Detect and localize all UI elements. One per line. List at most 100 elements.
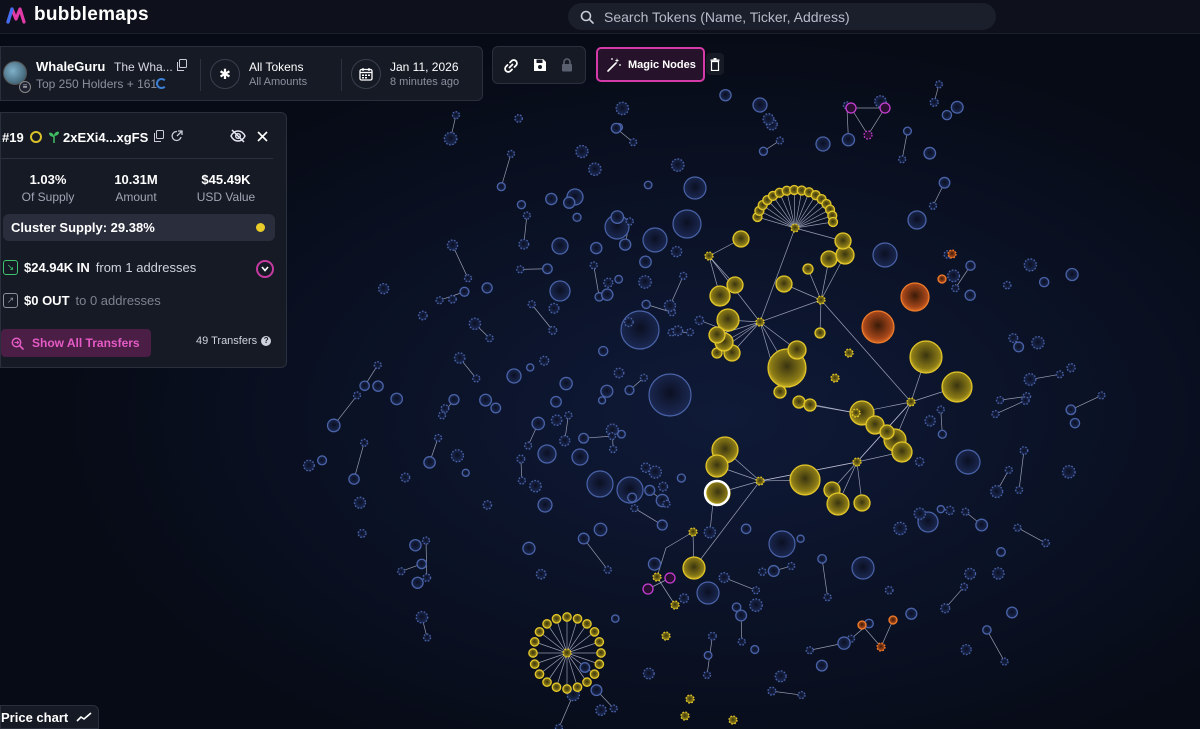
holder-bubble[interactable] (1004, 465, 1013, 475)
cluster-bubble[interactable] (529, 659, 540, 669)
holder-bubble[interactable] (348, 473, 360, 485)
holder-bubble[interactable] (479, 393, 493, 407)
cluster-bubble[interactable] (682, 556, 706, 580)
holder-bubble[interactable] (352, 391, 362, 400)
cluster-bubble[interactable] (844, 348, 854, 358)
holder-bubble[interactable] (377, 282, 390, 295)
holder-bubble[interactable] (934, 80, 944, 89)
holder-bubble[interactable] (409, 538, 422, 552)
holder-bubble[interactable] (523, 441, 533, 450)
holder-bubble[interactable] (603, 277, 614, 288)
holder-bubble[interactable] (537, 444, 557, 464)
cluster-bubble[interactable] (551, 682, 562, 693)
holder-bubble[interactable] (443, 131, 458, 146)
holder-bubble[interactable] (905, 607, 918, 620)
holder-bubble[interactable] (373, 360, 382, 370)
holder-bubble[interactable] (685, 328, 695, 337)
holder-bubble[interactable] (863, 130, 873, 140)
cluster-bubble[interactable] (909, 340, 943, 374)
cluster-bubble[interactable] (790, 223, 800, 233)
cluster-bubble[interactable] (542, 677, 552, 687)
holder-bubble[interactable] (353, 496, 367, 509)
holder-bubble[interactable] (758, 146, 769, 156)
holder-bubble[interactable] (1019, 446, 1029, 456)
holder-bubble[interactable] (550, 395, 562, 408)
cluster-bubble[interactable] (534, 669, 545, 680)
holder-bubble[interactable] (537, 497, 553, 513)
holder-bubble[interactable] (815, 659, 828, 672)
holder-bubble[interactable] (913, 507, 927, 520)
holder-bubble[interactable] (463, 274, 473, 283)
holder-bubble[interactable] (767, 564, 780, 578)
cluster-bubble[interactable] (726, 276, 744, 294)
holder-bubble[interactable] (964, 289, 976, 301)
holder-bubble[interactable] (1023, 373, 1037, 386)
holder-bubble[interactable] (879, 102, 891, 114)
holder-bubble[interactable] (422, 573, 432, 583)
holder-bubble[interactable] (845, 102, 857, 114)
cluster-bubble[interactable] (534, 626, 545, 637)
date-picker-button[interactable] (351, 59, 381, 89)
holder-bubble[interactable] (758, 567, 767, 577)
cluster-bubble[interactable] (572, 613, 583, 624)
cluster-bubble[interactable] (827, 216, 839, 228)
holder-bubble[interactable] (490, 402, 502, 414)
holder-bubble[interactable] (578, 432, 590, 444)
holder-bubble[interactable] (531, 416, 546, 431)
holder-bubble[interactable] (608, 445, 618, 454)
lock-icon[interactable] (561, 58, 573, 72)
holder-bubble[interactable] (1055, 370, 1064, 379)
holder-bubble[interactable] (607, 431, 617, 441)
holder-bubble[interactable] (719, 88, 732, 102)
holder-bubble[interactable] (506, 368, 522, 384)
holder-bubble[interactable] (767, 686, 777, 696)
holder-bubble[interactable] (679, 271, 688, 281)
cluster-bubble[interactable] (572, 682, 583, 693)
cluster-bubble[interactable] (542, 619, 552, 629)
cluster-bubble[interactable] (596, 648, 606, 658)
holder-bubble[interactable] (944, 505, 955, 516)
holder-bubble[interactable] (1013, 523, 1022, 532)
holder-bubble[interactable] (642, 227, 668, 253)
holder-bubble[interactable] (514, 114, 524, 123)
holder-bubble[interactable] (326, 418, 341, 433)
holder-bubble[interactable] (965, 260, 976, 271)
holder-bubble[interactable] (588, 162, 602, 177)
holder-bubble[interactable] (857, 620, 867, 630)
holder-bubble[interactable] (940, 603, 951, 614)
token-filter-button[interactable]: ✱ (210, 59, 240, 89)
holder-bubble[interactable] (750, 644, 760, 655)
holder-bubble[interactable] (559, 376, 573, 391)
cluster-bubble[interactable] (704, 251, 714, 261)
holder-bubble[interactable] (914, 456, 925, 467)
holder-bubble[interactable] (797, 690, 806, 700)
cluster-supply-row[interactable]: Cluster Supply: 29.38% (3, 214, 275, 241)
holder-bubble[interactable] (796, 534, 805, 543)
holder-bubble[interactable] (975, 518, 989, 532)
cluster-bubble[interactable] (594, 659, 605, 669)
cluster-bubble[interactable] (879, 424, 895, 440)
holder-bubble[interactable] (481, 282, 493, 294)
holder-bubble[interactable] (707, 631, 717, 641)
holder-bubble[interactable] (539, 355, 550, 366)
holder-bubble[interactable] (775, 136, 784, 145)
holder-bubble[interactable] (411, 576, 424, 589)
holder-bubble[interactable] (837, 636, 851, 650)
holder-bubble[interactable] (740, 523, 752, 535)
holder-bubble[interactable] (541, 263, 553, 275)
copy-icon[interactable] (177, 59, 187, 71)
holder-bubble[interactable] (550, 414, 563, 427)
holder-bubble[interactable] (459, 286, 470, 297)
holder-bubble[interactable] (1023, 258, 1038, 272)
holder-bubble[interactable] (609, 704, 618, 713)
show-all-transfers-button[interactable]: Show All Transfers (1, 329, 151, 357)
cluster-bubble[interactable] (941, 371, 973, 403)
holder-bubble[interactable] (662, 499, 671, 508)
holder-bubble[interactable] (472, 374, 481, 383)
holder-bubble[interactable] (1006, 606, 1019, 619)
holder-bubble[interactable] (762, 113, 775, 126)
holder-bubble[interactable] (525, 363, 535, 372)
holder-bubble[interactable] (589, 261, 598, 270)
holder-bubble[interactable] (579, 662, 591, 673)
holder-bubble[interactable] (702, 670, 712, 680)
